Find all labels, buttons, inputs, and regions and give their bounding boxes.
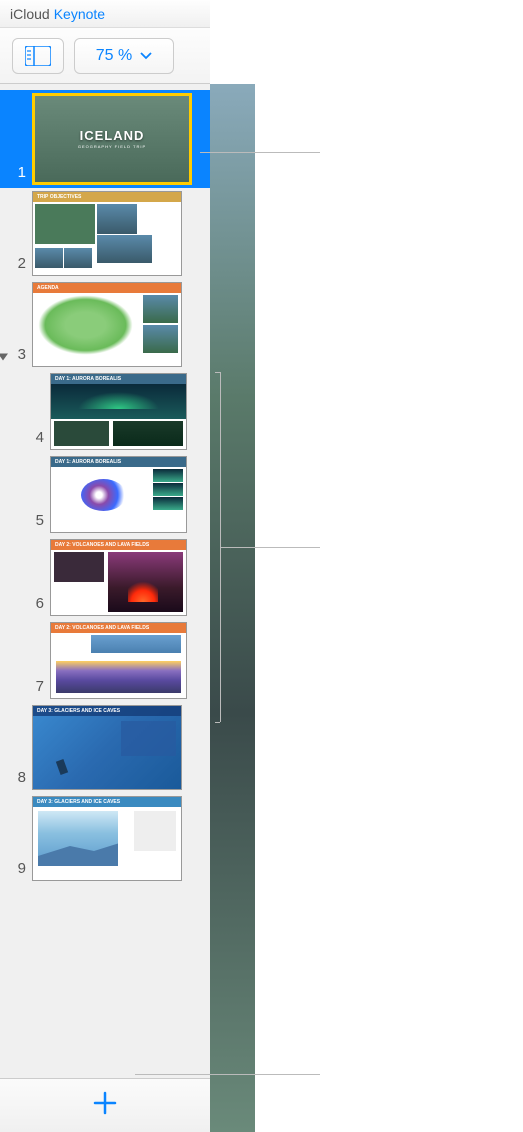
slide-header: DAY 3: GLACIERS AND ICE CAVES — [33, 706, 181, 716]
slide-thumbnail[interactable]: DAY 2: VOLCANOES AND LAVA FIELDS — [50, 622, 187, 699]
slide-number-label: 1 — [18, 164, 26, 181]
slide-subtitle: GEOGRAPHY FIELD TRIP — [78, 144, 146, 149]
slide-navigator-panel: iCloud Keynote 75 % 1 ICELAND GEOGRAPHY … — [0, 0, 210, 1132]
slide-row-7[interactable]: 7 DAY 2: VOLCANOES AND LAVA FIELDS — [0, 619, 210, 702]
slide-gutter: 1 — [0, 164, 32, 185]
slide-number-label: 2 — [18, 255, 26, 272]
slide-header: DAY 2: VOLCANOES AND LAVA FIELDS — [51, 540, 186, 550]
callout-line — [220, 547, 320, 548]
slide-gutter: 4 — [18, 429, 50, 450]
slide-thumbnail[interactable]: DAY 1: AURORA BOREALIS — [50, 373, 187, 450]
callout-line — [135, 1074, 320, 1075]
slide-gutter: 5 — [18, 512, 50, 533]
slide-row-9[interactable]: 9 DAY 3: GLACIERS AND ICE CAVES — [0, 793, 210, 884]
slide-gutter: 8 — [0, 769, 32, 790]
slide-header: DAY 1: AURORA BOREALIS — [51, 457, 186, 467]
callout-line — [200, 152, 320, 153]
slide-row-8[interactable]: 8 DAY 3: GLACIERS AND ICE CAVES — [0, 702, 210, 793]
slide-row-5[interactable]: 5 DAY 1: AURORA BOREALIS — [0, 453, 210, 536]
slide-thumbnail[interactable]: DAY 3: GLACIERS AND ICE CAVES — [32, 796, 182, 881]
slide-number-label: 7 — [36, 678, 44, 695]
slides-spacer — [0, 884, 210, 944]
app-name-label: Keynote — [54, 6, 105, 22]
slide-thumbnail[interactable]: AGENDA — [32, 282, 182, 367]
slide-number-label: 9 — [18, 860, 26, 877]
disclosure-triangle-icon[interactable] — [0, 353, 8, 360]
zoom-value-label: 75 % — [96, 47, 132, 65]
slide-row-2[interactable]: 2 TRIP OBJECTIVES — [0, 188, 210, 279]
slide-gutter: 6 — [18, 595, 50, 616]
slide-header: DAY 2: VOLCANOES AND LAVA FIELDS — [51, 623, 186, 633]
plus-icon — [91, 1089, 119, 1117]
add-slide-button[interactable] — [83, 1081, 127, 1130]
slide-row-6[interactable]: 6 DAY 2: VOLCANOES AND LAVA FIELDS — [0, 536, 210, 619]
slide-header: DAY 1: AURORA BOREALIS — [51, 374, 186, 384]
slide-title: ICELAND — [80, 129, 145, 143]
view-mode-button[interactable] — [12, 38, 64, 74]
callout-line — [215, 372, 220, 373]
canvas-peek — [210, 84, 255, 1132]
slide-thumbnail[interactable]: DAY 3: GLACIERS AND ICE CAVES — [32, 705, 182, 790]
slides-list[interactable]: 1 ICELAND GEOGRAPHY FIELD TRIP 2 TRIP OBJ… — [0, 84, 210, 1078]
slide-thumbnail[interactable]: TRIP OBJECTIVES — [32, 191, 182, 276]
bottom-bar — [0, 1078, 210, 1132]
slide-thumbnail[interactable]: DAY 2: VOLCANOES AND LAVA FIELDS — [50, 539, 187, 616]
slide-header: TRIP OBJECTIVES — [33, 192, 181, 202]
toolbar: 75 % — [0, 28, 210, 84]
icloud-label: iCloud — [10, 6, 50, 22]
title-bar: iCloud Keynote — [0, 0, 210, 28]
slide-gutter: 9 — [0, 860, 32, 881]
slide-number-label: 6 — [36, 595, 44, 612]
slide-row-4[interactable]: 4 DAY 1: AURORA BOREALIS — [0, 370, 210, 453]
slide-thumbnail[interactable]: ICELAND GEOGRAPHY FIELD TRIP — [32, 93, 192, 185]
zoom-level-button[interactable]: 75 % — [74, 38, 174, 74]
slide-number-label: 5 — [36, 512, 44, 529]
slide-gutter: 3 — [0, 346, 32, 367]
navigator-icon — [25, 46, 51, 66]
slide-header: AGENDA — [33, 283, 181, 293]
slide-row-3[interactable]: 3 AGENDA — [0, 279, 210, 370]
callout-line — [215, 722, 220, 723]
slide-number-label: 8 — [18, 769, 26, 786]
slide-gutter: 2 — [0, 255, 32, 276]
slide-thumbnail[interactable]: DAY 1: AURORA BOREALIS — [50, 456, 187, 533]
slide-number-label: 4 — [36, 429, 44, 446]
slide-number-label: 3 — [18, 346, 26, 363]
slide-gutter: 7 — [18, 678, 50, 699]
slide-row-1[interactable]: 1 ICELAND GEOGRAPHY FIELD TRIP — [0, 90, 210, 188]
chevron-down-icon — [140, 52, 152, 60]
slide-header: DAY 3: GLACIERS AND ICE CAVES — [33, 797, 181, 807]
